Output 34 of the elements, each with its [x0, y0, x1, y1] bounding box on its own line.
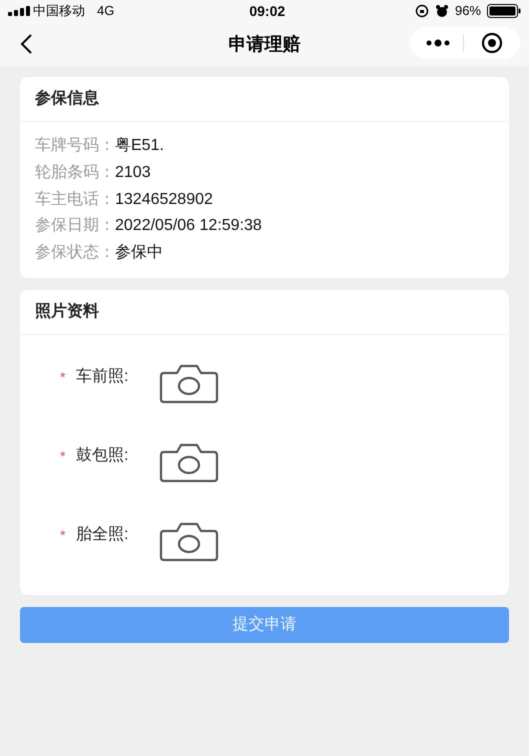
camera-icon[interactable] — [159, 364, 219, 404]
photo-label: 车前照: — [76, 366, 130, 387]
section-title: 照片资料 — [35, 302, 99, 322]
field-label: 车主电话： — [35, 190, 115, 210]
close-icon[interactable] — [481, 32, 503, 54]
field-value: 13246528902 — [115, 190, 213, 210]
field-label: 参保状态： — [35, 242, 115, 264]
field-value: 粤E51. — [115, 136, 164, 156]
field-label: 参保日期： — [35, 216, 115, 236]
camera-icon[interactable] — [159, 443, 219, 483]
battery-icon — [487, 4, 521, 18]
field-label: 轮胎条码： — [35, 163, 115, 184]
required-mark: * — [60, 447, 66, 466]
field-value: 2022/05/06 12:59:38 — [115, 216, 262, 236]
field-value: 2103 — [115, 163, 151, 184]
rotation-lock-icon — [414, 4, 429, 18]
photo-label: 鼓包照: — [76, 446, 130, 466]
more-icon[interactable] — [426, 39, 450, 47]
submit-button[interactable]: 提交申请 — [20, 607, 509, 643]
alarm-icon — [434, 4, 449, 18]
network-type: 4G — [97, 2, 114, 20]
field-value: 参保中 — [115, 242, 163, 264]
clock-time: 09:02 — [249, 2, 286, 20]
signal-icon — [8, 6, 30, 16]
page-title: 申请理赔 — [228, 32, 300, 56]
battery-percent: 96% — [454, 2, 481, 20]
carrier-name: 中国移动 — [33, 2, 85, 20]
required-mark: * — [60, 526, 66, 545]
back-icon[interactable] — [19, 34, 33, 54]
camera-icon[interactable] — [159, 522, 219, 562]
field-label: 车牌号码： — [35, 136, 115, 156]
photo-label: 胎全照: — [76, 525, 130, 545]
required-mark: * — [60, 368, 66, 387]
section-title: 参保信息 — [35, 88, 99, 109]
